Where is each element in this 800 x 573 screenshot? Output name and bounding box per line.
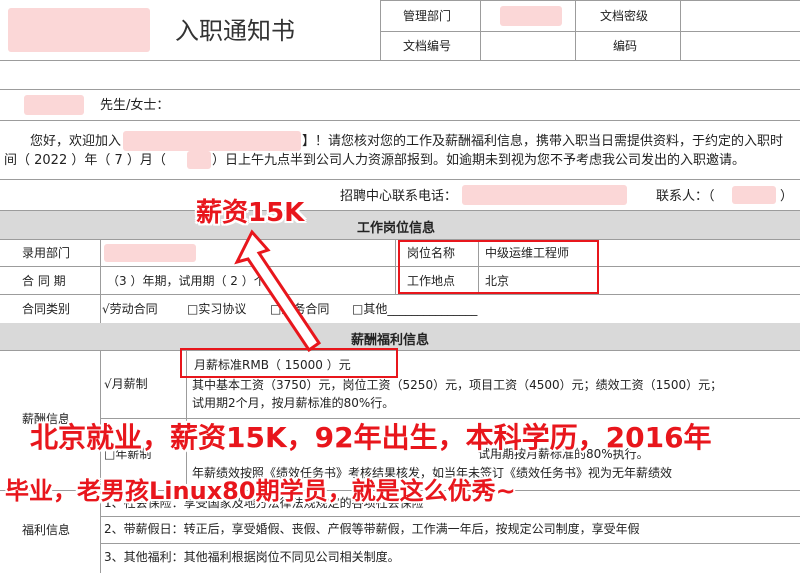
arrow-shape (234, 229, 322, 353)
summary-annotation-line2: 毕业，老男孩Linux80期学员，就是这么优秀~ (5, 477, 516, 505)
summary-annotation-line1: 北京就业，薪资15K，92年出生，本科学历，2016年 (30, 421, 712, 454)
salary-tag-annotation: 薪资15K (196, 198, 305, 228)
